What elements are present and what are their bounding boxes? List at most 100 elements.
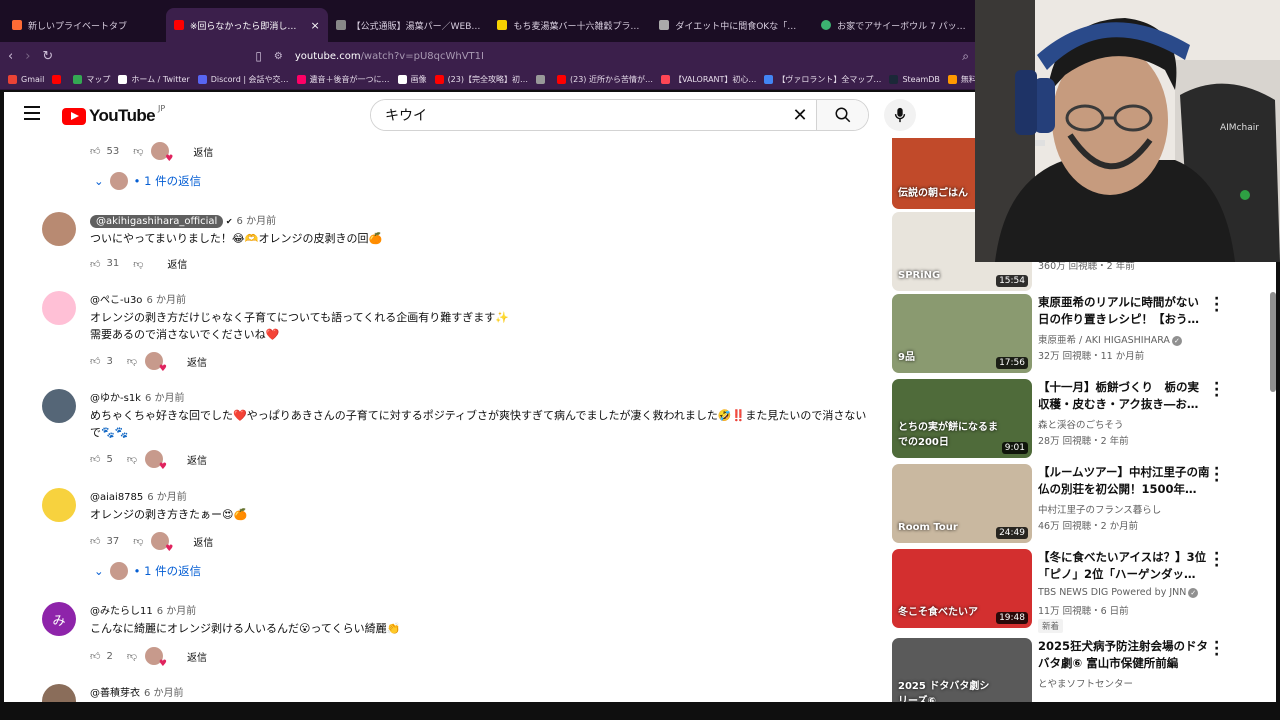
channel-label: 東原亜希 / AKI HIGASHIHARA bbox=[1038, 335, 1170, 346]
thumbnail-caption: とちの実が餅になるまでの200日 bbox=[898, 422, 998, 448]
comment-text: オレンジの剥き方きたぁー😍🍊 bbox=[90, 508, 248, 521]
comment-time: 6 か月前 bbox=[144, 393, 185, 404]
bookmark-item[interactable]: Discord | 会話や交… bbox=[197, 74, 289, 85]
tab-private[interactable]: 新しいプライベートタブ bbox=[4, 8, 166, 42]
reply-button[interactable]: 返信 bbox=[193, 534, 213, 549]
video-thumbnail[interactable]: 9品 17:56 bbox=[892, 294, 1032, 373]
bookmark-item[interactable]: 無料のオ bbox=[947, 74, 975, 85]
comment-author[interactable]: @みたらし11 6 か月前 bbox=[90, 602, 196, 617]
like-count: 53 bbox=[106, 145, 120, 157]
comment-text: こんなに綺麗にオレンジ剥ける人いるんだ😮ってくらい綺麗👏 bbox=[90, 622, 401, 635]
video-title[interactable]: 【十一月】栃餅づくり 栃の実収穫・皮むき・アク抜き―お… bbox=[1038, 379, 1210, 413]
tab-4[interactable]: もち麦湯葉バー十六雑穀プラス | マツキヨ bbox=[489, 8, 651, 42]
bookmark-item[interactable] bbox=[535, 75, 549, 84]
comment-author[interactable]: @aiai8785 6 か月前 bbox=[90, 488, 187, 503]
dislike-icon[interactable]: 👎︎ bbox=[127, 453, 137, 465]
avatar[interactable] bbox=[42, 684, 76, 702]
like-icon[interactable]: 👍︎ bbox=[90, 258, 100, 270]
avatar[interactable] bbox=[42, 389, 76, 423]
clear-search-icon[interactable]: ✕ bbox=[784, 100, 816, 130]
bookmark-item[interactable]: ホーム / Twitter bbox=[118, 74, 190, 85]
view-replies-button[interactable]: ⌄ • 1 件の返信 bbox=[94, 562, 201, 580]
comment-time: 6 か月前 bbox=[144, 688, 184, 699]
bookmark-item[interactable]: 画像 bbox=[397, 74, 427, 85]
like-icon[interactable]: 👍︎ bbox=[90, 453, 100, 465]
like-icon[interactable]: 👍︎ bbox=[90, 535, 100, 547]
reload-icon[interactable]: ↻ bbox=[42, 49, 53, 64]
bookmark-label: ホーム / Twitter bbox=[131, 75, 190, 84]
bookmark-item[interactable]: 【VALORANT】初心… bbox=[660, 74, 756, 85]
avatar[interactable] bbox=[42, 212, 76, 246]
bookmark-favicon-icon bbox=[947, 75, 957, 84]
avatar[interactable] bbox=[42, 488, 76, 522]
video-title[interactable]: 東原亜希のリアルに時間がない日の作り置きレシピ！【おう… bbox=[1038, 294, 1210, 328]
comment-author[interactable]: @ぺこ-u3o 6 か月前 bbox=[90, 291, 186, 306]
video-thumbnail[interactable]: 冬こそ食べたいア 19:48 bbox=[892, 549, 1032, 628]
bookmark-item[interactable]: 【ヴァロラント】全マップ… bbox=[764, 74, 881, 85]
close-tab-icon[interactable]: × bbox=[310, 19, 319, 32]
video-thumbnail[interactable]: とちの実が餅になるまでの200日 9:01 bbox=[892, 379, 1032, 458]
menu-icon[interactable] bbox=[24, 106, 40, 120]
view-replies-button[interactable]: ⌄ • 1 件の返信 bbox=[94, 172, 201, 190]
tab-3[interactable]: 【公式通販】湯葉パー／WEB限定 お得 bbox=[328, 8, 490, 42]
zoom-icon[interactable]: ⌕ bbox=[962, 49, 969, 64]
tab-5[interactable]: ダイエット中に間食OKな「コンビニおやつ」 bbox=[651, 8, 813, 42]
bookmark-item[interactable]: SteamDB bbox=[889, 75, 940, 84]
comment-author[interactable]: @善積芽衣 6 か月前 bbox=[90, 684, 184, 699]
address-bar[interactable]: youtube.com/watch?v=pU8qcWhVT1I bbox=[295, 51, 484, 62]
channel-name[interactable]: 森と渓谷のごちそう bbox=[1038, 417, 1124, 431]
youtube-logo[interactable]: YouTube JP bbox=[62, 104, 165, 126]
back-icon[interactable]: ‹ bbox=[8, 49, 13, 64]
scrollbar[interactable] bbox=[1270, 292, 1276, 392]
bookmark-item[interactable]: 遺音＋後音が一つに… bbox=[296, 74, 390, 85]
channel-name[interactable]: 中村江里子のフランス暮らし bbox=[1038, 502, 1161, 516]
bookmark-icon[interactable]: ▯ bbox=[255, 49, 262, 63]
avatar[interactable] bbox=[42, 291, 76, 325]
search-button[interactable] bbox=[816, 100, 868, 130]
dislike-icon[interactable]: 👎︎ bbox=[133, 258, 143, 270]
avatar[interactable]: み bbox=[42, 602, 76, 636]
more-options-icon[interactable]: · · · bbox=[1214, 636, 1220, 662]
channel-name[interactable]: とやまソフトセンター bbox=[1038, 676, 1133, 690]
channel-name[interactable]: 東原亜希 / AKI HIGASHIHARA ✓ bbox=[1038, 332, 1182, 346]
like-count: 2 bbox=[106, 650, 113, 662]
comment-author[interactable]: @akihigashihara_official ✔ 6 か月前 bbox=[90, 212, 276, 228]
reply-button[interactable]: 返信 bbox=[167, 256, 187, 271]
more-options-icon[interactable]: · · · bbox=[1214, 462, 1220, 488]
bookmark-label: 遺音＋後音が一つに… bbox=[309, 75, 390, 84]
reply-button[interactable]: 返信 bbox=[187, 649, 207, 664]
more-options-icon[interactable]: · · · bbox=[1214, 547, 1220, 573]
more-options-icon[interactable]: · · · bbox=[1214, 377, 1220, 403]
video-title[interactable]: 【ルームツアー】中村江里子の南仏の別荘を初公開！1500年… bbox=[1038, 464, 1210, 498]
video-title[interactable]: 2025狂犬病予防注射会場のドタバタ劇⑥ 富山市保健所前編 bbox=[1038, 638, 1210, 672]
tab-youtube-active[interactable]: ※回らなかったら即消します🎃【新 × bbox=[165, 8, 328, 42]
voice-search-button[interactable] bbox=[884, 99, 916, 131]
more-options-icon[interactable]: · · · bbox=[1214, 292, 1220, 318]
reply-button[interactable]: 返信 bbox=[193, 144, 213, 159]
video-title[interactable]: 【冬に食べたいアイスは？】3位「ピノ」2位「ハーゲンダッ… bbox=[1038, 549, 1210, 583]
bookmark-label: Gmail bbox=[21, 75, 45, 84]
like-icon[interactable]: 👍︎ bbox=[90, 355, 100, 367]
reply-button[interactable]: 返信 bbox=[187, 354, 207, 369]
dislike-icon[interactable]: 👎︎ bbox=[133, 145, 143, 157]
forward-icon[interactable]: › bbox=[25, 49, 30, 64]
bookmark-item[interactable]: (23) 近所から苦情が… bbox=[556, 74, 653, 85]
tab-6[interactable]: お家でアサイーボウル 7 パック｜フルッタ bbox=[813, 8, 975, 42]
bookmark-item[interactable]: Gmail bbox=[8, 75, 44, 84]
bookmark-label: マップ bbox=[86, 75, 111, 84]
video-thumbnail[interactable]: Room Tour 24:49 bbox=[892, 464, 1032, 543]
bookmark-item[interactable]: (23)【完全攻略】初… bbox=[434, 74, 528, 85]
bookmark-item[interactable]: マップ bbox=[73, 74, 110, 85]
comment-author[interactable]: @ゆか-s1k 6 か月前 bbox=[90, 389, 185, 404]
search-input[interactable] bbox=[371, 100, 784, 130]
dislike-icon[interactable]: 👎︎ bbox=[133, 535, 143, 547]
like-icon[interactable]: 👍︎ bbox=[90, 650, 100, 662]
reply-button[interactable]: 返信 bbox=[187, 452, 207, 467]
bookmark-item[interactable] bbox=[52, 75, 65, 84]
video-thumbnail[interactable]: 2025 ドタバタ劇シリーズ⑥ bbox=[892, 638, 1032, 702]
channel-name[interactable]: TBS NEWS DIG Powered by JNN ✓ bbox=[1038, 587, 1199, 598]
site-info-icon[interactable]: ⚙ bbox=[274, 51, 283, 62]
dislike-icon[interactable]: 👎︎ bbox=[127, 650, 137, 662]
like-icon[interactable]: 👍︎ bbox=[90, 145, 100, 157]
dislike-icon[interactable]: 👎︎ bbox=[127, 355, 137, 367]
